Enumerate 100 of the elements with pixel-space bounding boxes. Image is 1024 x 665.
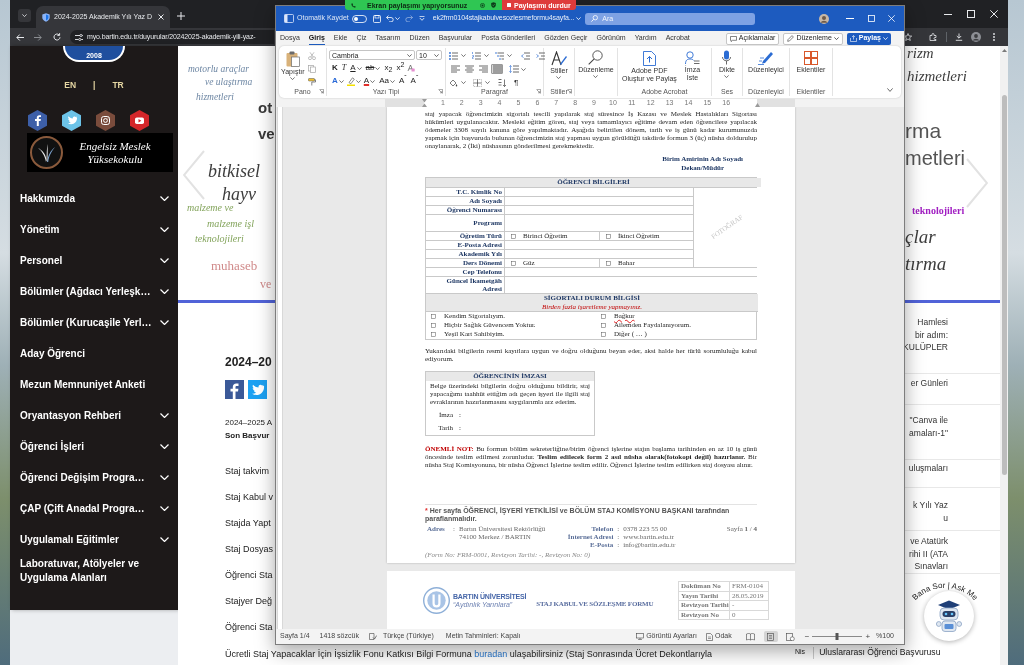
article-link[interactable]: Staj Kabul v [225,491,274,505]
font-color-button[interactable]: A [362,76,377,86]
undo-icon[interactable] [385,15,394,22]
close-icon[interactable] [158,14,164,20]
star-icon[interactable] [904,33,912,41]
site-settings-icon[interactable] [75,33,83,41]
superscript-button[interactable]: x$^{2}$ [395,63,406,73]
view-button[interactable] [743,631,758,642]
minimize-icon[interactable] [944,13,952,15]
sidebar-menu-item[interactable]: Aday Öğrenci [10,338,178,369]
news-link[interactable]: Hamlesi bir adım: KULÜPLER [903,316,948,354]
subscript-button[interactable]: x$_{2}$ [383,63,394,73]
zoom-in-button[interactable]: + [865,632,871,641]
news-link[interactable]: k Yılı Yaz u [913,499,948,524]
puzzle-icon[interactable] [929,33,937,41]
increase-indent-icon[interactable] [536,51,545,60]
avatar-icon[interactable] [971,32,981,42]
decrease-indent-icon[interactable] [521,51,530,60]
avatar-icon[interactable] [819,13,829,24]
panel-icon[interactable] [284,14,294,23]
news-link[interactable]: er Günleri [910,377,948,390]
zoom-out-button[interactable]: − [804,632,810,641]
article-link[interactable]: Stajyer Değ [225,595,273,609]
shield-check-icon[interactable] [491,2,496,8]
facebook-icon[interactable] [28,110,47,131]
save-icon[interactable] [372,14,381,23]
back-arrow-icon[interactable] [16,33,24,41]
youtube-icon[interactable] [130,110,149,131]
instagram-icon[interactable] [96,110,115,131]
slider-thumb[interactable] [835,633,839,640]
chevron-down-icon[interactable] [887,88,893,92]
dialog-launcher-icon[interactable] [567,89,572,94]
article-link[interactable]: Staj takvim [225,465,269,479]
redo-icon[interactable] [404,15,413,22]
bold-button[interactable]: K [331,63,339,73]
article-link[interactable]: Stajda Yapt [225,517,271,531]
grow-font-button[interactable]: A$^{ˆ}$ [397,76,408,86]
change-case-button[interactable]: Aa [378,76,396,86]
italic-button[interactable]: T [340,63,348,73]
text-effects-button[interactable]: A [331,76,345,86]
line-spacing-icon[interactable] [509,65,519,73]
bulleted-list-icon[interactable] [449,51,458,60]
highlight-button[interactable] [346,76,361,86]
scrollbar-thumb[interactable] [1001,95,1007,475]
alignment-button[interactable] [463,64,475,74]
format-painter-icon[interactable] [307,78,316,86]
clear-formatting-icon[interactable] [407,64,416,72]
article-link[interactable]: Öğrenci Sta [225,569,273,583]
multilevel-list-icon[interactable] [495,51,504,60]
strikethrough-button[interactable]: ab [364,63,382,73]
zoom-slider[interactable] [812,633,863,640]
caret-icon[interactable] [485,81,490,84]
customize-caret-icon[interactable] [418,16,425,21]
shrink-font-button[interactable]: A$^{ˇ}$ [409,76,420,86]
form-link[interactable]: buradan [474,649,508,659]
dialog-launcher-icon[interactable] [319,89,324,94]
sidebar-menu-item[interactable]: Laboratuvar, Atölyeler ve Uygulama Alanları [10,555,178,586]
sidebar-menu-item[interactable]: Uygulamalı Eğitimler [10,524,178,555]
show-marks-button[interactable]: ¶ [514,78,519,87]
alignment-button[interactable] [477,64,489,74]
sidebar-menu-item[interactable]: Öğrenci İşleri [10,431,178,462]
news-link[interactable]: uluşmaları [908,462,948,475]
caret-icon[interactable] [484,54,489,57]
article-link[interactable]: Staj Dosyas [225,543,274,557]
article-link[interactable]: Öğrenci Sta [225,621,273,635]
caret-icon[interactable] [461,81,466,84]
scroll-up-icon[interactable] [1001,49,1007,52]
dialog-launcher-icon[interactable] [536,89,541,94]
sort-icon[interactable] [498,78,507,87]
sidebar-menu-item[interactable]: ÇAP (Çift Anadal Progra… [10,493,178,524]
facebook-icon[interactable] [225,380,244,399]
caret-icon[interactable] [521,67,526,71]
twitter-icon[interactable] [62,110,81,131]
news-link[interactable]: "Canva ile amaları-1" [909,414,948,439]
view-button[interactable] [763,631,778,642]
numbered-list-icon[interactable] [472,51,481,60]
record-icon[interactable] [480,2,485,8]
reload-icon[interactable] [53,33,61,41]
tab-list-button[interactable] [18,9,31,22]
sidebar-menu-item[interactable]: Yönetim [10,214,178,245]
view-button[interactable] [783,631,798,642]
sidebar-menu-item[interactable]: Bölümler (Ağdacı Yerleşk… [10,276,178,307]
dialog-launcher-icon[interactable] [438,89,443,94]
language-link[interactable]: TR [112,80,124,90]
paint-bucket-icon[interactable] [449,78,458,87]
language-link[interactable]: EN [64,80,77,90]
borders-icon[interactable] [473,78,482,87]
close-icon[interactable] [990,10,998,18]
sidebar-menu-item[interactable]: Oryantasyon Rehberi [10,400,178,431]
sidebar-menu-item[interactable]: Hakkımızda [10,183,178,214]
proofing-icon[interactable] [368,633,377,640]
forward-arrow-icon[interactable] [34,33,42,41]
underline-button[interactable]: A [349,63,363,73]
download-icon[interactable] [955,33,963,41]
new-tab-icon[interactable] [177,12,185,20]
sidebar-menu-item[interactable]: Mezun Memnuniyet Anketi [10,369,178,400]
news-link[interactable]: ve Atatürk rihi II (ATA Sınavları [909,535,948,573]
news-link[interactable]: Uluslararası Öğrenci Başvurusu [819,646,941,659]
sidebar-menu-item[interactable]: Öğrenci Değişim Progra… [10,462,178,493]
alignment-button[interactable] [449,64,461,74]
